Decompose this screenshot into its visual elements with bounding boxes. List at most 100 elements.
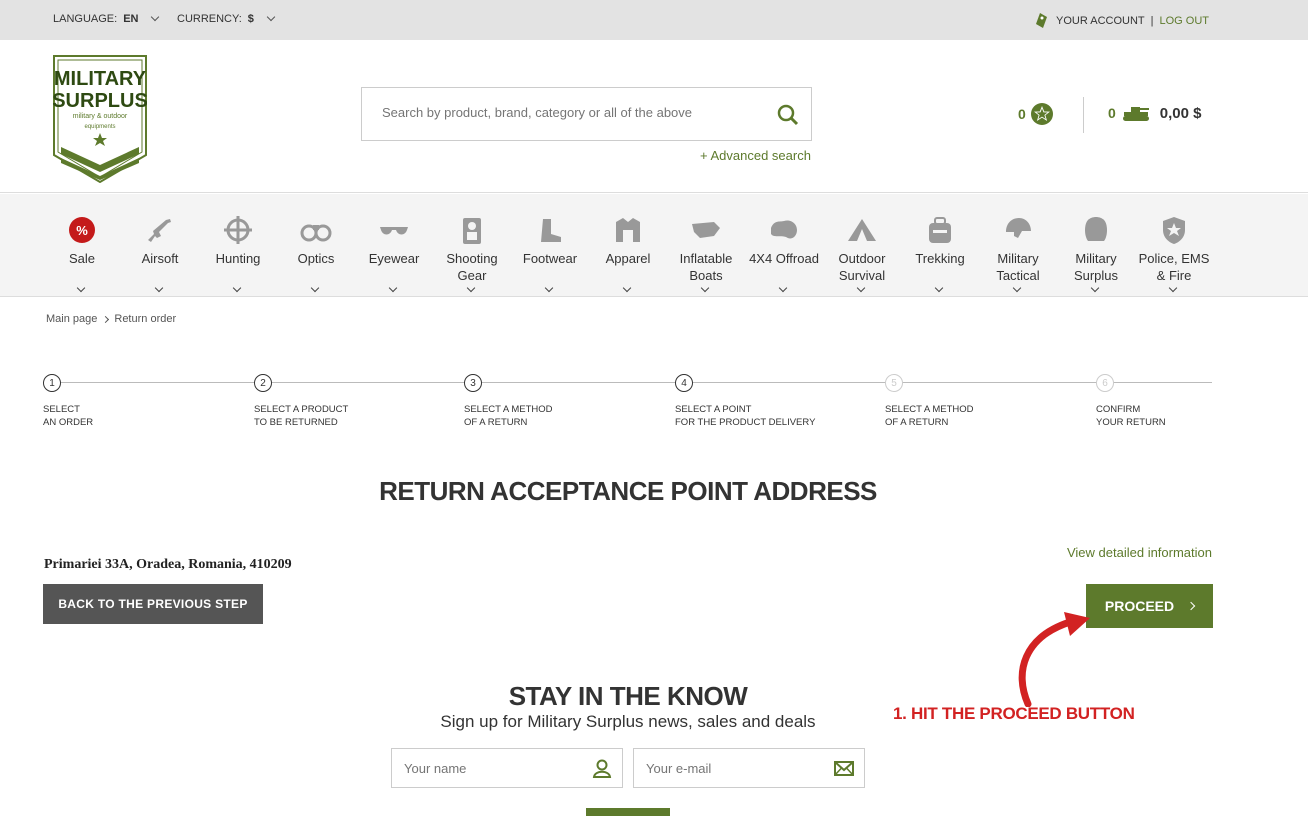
badge-icon	[1163, 217, 1185, 244]
star-icon	[1030, 103, 1053, 125]
binoculars-icon	[300, 224, 332, 242]
currency-value: $	[247, 13, 254, 25]
nav-item-label: Optics	[297, 251, 335, 266]
search-icon[interactable]	[777, 104, 799, 126]
view-detailed-information-link[interactable]: View detailed information	[1067, 545, 1212, 560]
step-label-line-1: SELECT A METHOD	[464, 404, 553, 415]
cart-button[interactable]: 0 0,00 $	[1108, 104, 1202, 122]
step-label-line-1: SELECT A PRODUCT	[254, 404, 349, 415]
back-button[interactable]: BACK TO THE PREVIOUS STEP	[43, 584, 263, 624]
step-1: 1 SELECT AN ORDER	[43, 374, 223, 429]
nav-item-hunting[interactable]: Hunting	[199, 214, 277, 293]
nav-item-police-ems-fire[interactable]: Police, EMS & Fire	[1135, 214, 1213, 293]
currency-selector[interactable]: CURRENCY: $	[177, 12, 276, 25]
step-number: 4	[675, 374, 693, 392]
advanced-search-link[interactable]: + Advanced search	[700, 148, 811, 163]
step-label-line-2: FOR THE PRODUCT DELIVERY	[675, 417, 816, 428]
breadcrumb: Main page Return order	[46, 313, 176, 325]
nav-item-label: Hunting	[215, 251, 261, 266]
nav-item-label: Military Surplus	[1073, 251, 1119, 283]
logo-line-1: MILITARY	[54, 68, 147, 90]
chevron-down-icon	[232, 283, 242, 293]
step-number: 2	[254, 374, 272, 392]
logo-line-2: SURPLUS	[53, 90, 147, 112]
step-4: 4 SELECT A POINT FOR THE PRODUCT DELIVERY	[675, 374, 855, 429]
military-surplus-logo[interactable]: MILITARY SURPLUS military & outdoor equi…	[53, 55, 147, 183]
offroad-icon	[771, 220, 797, 239]
boot-icon	[541, 219, 561, 242]
email-input[interactable]	[646, 761, 816, 776]
search-box	[361, 87, 812, 141]
step-5: 5 SELECT A METHOD OF A RETURN	[885, 374, 1065, 429]
step-3: 3 SELECT A METHOD OF A RETURN	[464, 374, 644, 429]
nav-item-label: Airsoft	[141, 251, 179, 266]
chevron-down-icon	[1012, 283, 1022, 293]
nav-item-shooting-gear[interactable]: Shooting Gear	[433, 214, 511, 293]
chevron-down-icon	[1090, 283, 1100, 293]
tank-icon	[1122, 107, 1149, 121]
crosshair-icon	[224, 216, 252, 244]
language-label: LANGUAGE:	[53, 13, 118, 25]
nav-item-inflatable-boats[interactable]: Inflatable Boats	[667, 214, 745, 293]
step-6: 6 CONFIRM YOUR RETURN	[1096, 374, 1276, 429]
your-account-link[interactable]: YOUR ACCOUNT	[1056, 15, 1145, 27]
nav-item-label: Shooting Gear	[446, 251, 498, 283]
sale-percent-icon: %	[69, 217, 95, 243]
step-label: SELECT A PRODUCT TO BE RETURNED	[254, 403, 434, 429]
chevron-down-icon	[76, 283, 86, 293]
chevron-down-icon	[622, 283, 632, 293]
proceed-button[interactable]: PROCEED	[1086, 584, 1213, 628]
nav-item-military-tactical[interactable]: Military Tactical	[979, 214, 1057, 293]
nav-item-trekking[interactable]: Trekking	[901, 214, 979, 293]
nav-item-outdoor-survival[interactable]: Outdoor Survival	[823, 214, 901, 293]
currency-label: CURRENCY:	[177, 13, 242, 25]
page-title: RETURN ACCEPTANCE POINT ADDRESS	[379, 476, 877, 506]
step-number: 3	[464, 374, 482, 392]
chevron-down-icon	[310, 283, 320, 293]
step-label: SELECT AN ORDER	[43, 403, 223, 429]
name-input[interactable]	[404, 761, 574, 776]
nav-item-apparel[interactable]: Apparel	[589, 214, 667, 293]
cart-total: 0,00 $	[1159, 104, 1202, 122]
log-out-link[interactable]: LOG OUT	[1159, 15, 1209, 27]
nav-item-footwear[interactable]: Footwear	[511, 214, 589, 293]
newsletter-subscribe-button[interactable]	[586, 808, 670, 816]
breadcrumb-home[interactable]: Main page	[46, 313, 97, 325]
nav-item-label: Police, EMS & Fire	[1138, 251, 1210, 283]
step-number: 1	[43, 374, 61, 392]
logo-line-3: military & outdoor	[73, 113, 128, 120]
language-selector[interactable]: LANGUAGE: EN	[53, 12, 160, 25]
step-label-line-2: AN ORDER	[43, 417, 94, 428]
chevron-down-icon	[154, 283, 164, 293]
backpack-icon	[929, 217, 951, 243]
nav-item-sale[interactable]: % Sale	[43, 214, 121, 293]
nav-item-military-surplus[interactable]: Military Surplus	[1057, 214, 1135, 293]
newsletter-subtitle: Sign up for Military Surplus news, sales…	[440, 712, 816, 731]
chevron-down-icon	[1168, 283, 1178, 293]
nav-item-4x4-offroad[interactable]: 4X4 Offroad	[745, 214, 823, 293]
chevron-down-icon	[856, 283, 866, 293]
nav-item-optics[interactable]: Optics	[277, 214, 355, 293]
step-label: SELECT A METHOD OF A RETURN	[464, 403, 644, 429]
user-icon	[592, 759, 612, 778]
wishlist-button[interactable]: 0	[1018, 102, 1054, 126]
chevron-down-icon	[466, 283, 476, 293]
cart-count: 0	[1108, 105, 1116, 121]
nav-item-label: 4X4 Offroad	[749, 251, 819, 266]
proceed-label: PROCEED	[1104, 598, 1175, 614]
step-label-line-2: TO BE RETURNED	[254, 417, 338, 428]
jacket-icon	[616, 218, 640, 242]
top-bar: LANGUAGE: EN CURRENCY: $ YOUR ACCOUNT | …	[0, 0, 1308, 40]
search-input[interactable]	[382, 105, 762, 120]
nav-item-airsoft[interactable]: Airsoft	[121, 214, 199, 293]
svg-text:%: %	[76, 223, 88, 238]
newsletter-name-field	[391, 748, 623, 788]
chevron-down-icon	[544, 283, 554, 293]
nav-item-eyewear[interactable]: Eyewear	[355, 214, 433, 293]
step-label: SELECT A METHOD OF A RETURN	[885, 403, 1065, 429]
sunglasses-icon	[380, 227, 408, 235]
return-point-address: Primariei 33A, Oradea, Romania, 410209	[44, 557, 292, 572]
nav-item-label: Eyewear	[368, 251, 420, 266]
header: MILITARY SURPLUS military & outdoor equi…	[0, 40, 1308, 193]
chevron-down-icon	[151, 12, 160, 22]
